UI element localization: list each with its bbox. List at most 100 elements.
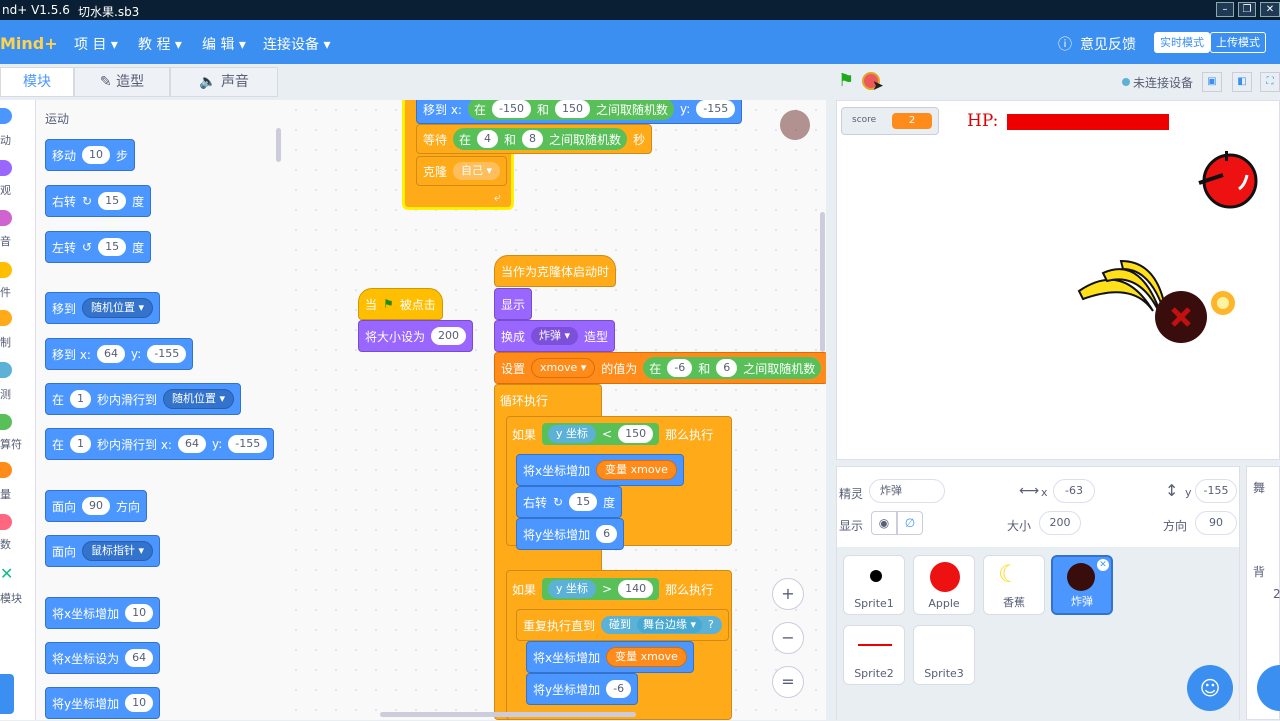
direction-field[interactable]: 90 — [1195, 511, 1237, 535]
block-show[interactable]: 显示 — [494, 288, 533, 320]
block-input[interactable]: -155 — [696, 100, 736, 118]
minimize-icon[interactable]: – — [1216, 2, 1234, 17]
category-sensing-label[interactable]: 测 — [0, 386, 11, 402]
touching-reporter[interactable]: 碰到 舞台边缘 ▾? — [601, 616, 722, 634]
block-input[interactable]: 140 — [618, 580, 654, 598]
block-input[interactable]: 6 — [596, 525, 618, 543]
block-goto-random-xy[interactable]: 移到 x: 在 -150 和 150 之间取随机数 y: -155 — [416, 100, 743, 124]
sprite-tile[interactable]: Apple — [913, 555, 975, 615]
block-change-y[interactable]: 将y坐标增加 6 — [516, 518, 625, 550]
category-motion-dot[interactable] — [0, 108, 12, 124]
sprite-tile[interactable]: ☾ 香蕉 — [983, 555, 1045, 615]
block-input[interactable]: 150 — [554, 100, 590, 118]
category-operators-dot[interactable] — [0, 414, 12, 430]
block-input[interactable]: 8 — [522, 130, 544, 148]
block-dropdown[interactable]: 鼠标指针 ▾ — [82, 541, 154, 561]
variable-reporter[interactable]: 变量 xmove — [606, 647, 687, 667]
y-position-reporter[interactable]: y 坐标 — [548, 580, 597, 598]
block-dropdown[interactable]: 随机位置 ▾ — [82, 298, 154, 318]
random-reporter[interactable]: 在 -6 和 6 之间取随机数 — [643, 357, 822, 379]
stage[interactable]: score 2 HP: — [836, 100, 1280, 460]
block-input[interactable]: 10 — [82, 146, 111, 164]
sprite-tile[interactable]: Sprite1 — [843, 555, 905, 615]
block-input[interactable]: 200 — [431, 327, 467, 345]
green-flag-icon[interactable]: ⚑ — [838, 70, 854, 91]
block-point-towards[interactable]: 面向 鼠标指针 ▾ — [45, 535, 161, 567]
block-switch-costume[interactable]: 换成 炸弹 ▾ 造型 — [494, 320, 616, 352]
block-glide[interactable]: 在 1 秒内滑行到 随机位置 ▾ — [45, 383, 242, 415]
sprite-tile[interactable]: Sprite3 — [913, 625, 975, 685]
block-input[interactable]: 6 — [716, 359, 738, 377]
sprite-tile[interactable]: Sprite2 — [843, 625, 905, 685]
block-input[interactable]: 10 — [125, 604, 154, 622]
category-variables-label[interactable]: 量 — [0, 486, 11, 502]
delete-sprite-icon[interactable]: ✕ — [1097, 559, 1109, 571]
zoom-in-icon[interactable]: + — [772, 578, 804, 610]
category-control-dot[interactable] — [0, 310, 12, 326]
block-dropdown[interactable]: 自己 ▾ — [453, 162, 501, 180]
menu-project[interactable]: 项 目 ▾ — [74, 34, 118, 54]
sprite-tile-selected[interactable]: ✕ 炸弹 — [1051, 555, 1113, 615]
category-extensions-label[interactable]: 模块 — [0, 590, 22, 606]
menu-connect-device[interactable]: 连接设备 ▾ — [263, 34, 330, 54]
extension-button[interactable] — [0, 674, 14, 714]
block-turn-left[interactable]: 左转 ↺ 15 度 — [45, 231, 152, 263]
close-icon[interactable]: ✕ — [1260, 2, 1280, 17]
zoom-out-icon[interactable]: − — [772, 622, 804, 654]
block-wait-random[interactable]: 等待在 4 和 8 之间取随机数秒 — [416, 124, 653, 154]
block-input[interactable]: 10 — [125, 694, 154, 712]
block-set-x[interactable]: 将x坐标设为 64 — [45, 642, 161, 674]
small-stage-icon[interactable]: ▣ — [1202, 72, 1222, 92]
zoom-reset-icon[interactable]: = — [772, 666, 804, 698]
feedback-icon[interactable]: ⓘ — [1058, 34, 1072, 54]
block-move[interactable]: 移动 10 步 — [45, 139, 136, 171]
block-input[interactable]: 1 — [70, 390, 92, 408]
block-change-x[interactable]: 将x坐标增加 10 — [45, 597, 161, 629]
category-sensing-dot[interactable] — [0, 362, 12, 378]
apple-sprite[interactable] — [1193, 145, 1263, 211]
block-change-x-var[interactable]: 将x坐标增加 变量 xmove — [516, 454, 684, 486]
block-when-clone-starts[interactable]: 当作为克隆体启动时 — [494, 255, 617, 287]
block-set-size[interactable]: 将大小设为 200 — [358, 320, 474, 352]
block-goto[interactable]: 移到 随机位置 ▾ — [45, 292, 161, 324]
tab-sounds[interactable]: 🔈 声音 — [170, 67, 278, 97]
block-when-flag-clicked[interactable]: 当 ⚑ 被点击 — [358, 288, 443, 320]
block-point-direction[interactable]: 面向 90 方向 — [45, 490, 148, 522]
menu-tutorial[interactable]: 教 程 ▾ — [138, 34, 182, 54]
workspace-scrollbar[interactable] — [380, 712, 636, 717]
category-sound-dot[interactable] — [0, 210, 12, 226]
block-change-y-2[interactable]: 将y坐标增加 -6 — [526, 673, 639, 705]
maximize-icon[interactable]: ❐ — [1238, 2, 1256, 17]
category-control-label[interactable]: 制 — [0, 334, 11, 350]
compare-reporter[interactable]: y 坐标 >140 — [542, 578, 660, 600]
category-variables-dot[interactable] — [0, 462, 12, 478]
block-set-variable[interactable]: 设置 xmove ▾ 的值为在 -6 和 6 之间取随机数 — [494, 352, 826, 384]
random-reporter[interactable]: 在 -150 和 150 之间取随机数 — [467, 100, 674, 120]
stage-selector[interactable]: 舞 背 2 — [1246, 466, 1280, 720]
block-dropdown[interactable]: 炸弹 ▾ — [531, 327, 579, 345]
block-dropdown[interactable]: 随机位置 ▾ — [163, 389, 235, 409]
add-sprite-icon[interactable]: ☺ — [1187, 665, 1233, 711]
feedback-link[interactable]: 意见反馈 — [1080, 34, 1136, 54]
block-turn-right[interactable]: 右转 ↻ 15 度 — [516, 486, 623, 518]
block-input[interactable]: -6 — [667, 359, 693, 377]
fullscreen-icon[interactable]: ⛶ — [1260, 72, 1280, 92]
block-input[interactable]: 1 — [70, 435, 92, 453]
category-events-dot[interactable] — [0, 262, 12, 278]
block-input[interactable]: 64 — [177, 435, 206, 453]
block-glide-xy[interactable]: 在 1 秒内滑行到 x: 64 y: -155 — [45, 428, 275, 460]
block-change-y[interactable]: 将y坐标增加 10 — [45, 687, 161, 719]
block-input[interactable]: -150 — [491, 100, 531, 118]
block-dropdown[interactable]: 舞台边缘 ▾ — [637, 617, 703, 633]
script-workspace[interactable]: 移到 x: 在 -150 和 150 之间取随机数 y: -155 等待在 4 和 8 之间取随机数秒… — [286, 100, 826, 720]
block-repeat-until[interactable]: 重复执行直到 碰到 舞台边缘 ▾? — [516, 609, 729, 641]
block-input[interactable]: -155 — [228, 435, 268, 453]
y-position-reporter[interactable]: y 坐标 — [548, 425, 597, 443]
category-events-label[interactable]: 件 — [0, 284, 11, 300]
block-change-x-var-2[interactable]: 将x坐标增加 变量 xmove — [526, 641, 694, 673]
block-input[interactable]: 4 — [477, 130, 499, 148]
block-dropdown[interactable]: xmove ▾ — [531, 358, 596, 378]
hidden-icon[interactable]: ∅ — [897, 511, 923, 535]
category-motion-label[interactable]: 动 — [0, 132, 11, 148]
block-input[interactable]: 15 — [98, 238, 127, 256]
